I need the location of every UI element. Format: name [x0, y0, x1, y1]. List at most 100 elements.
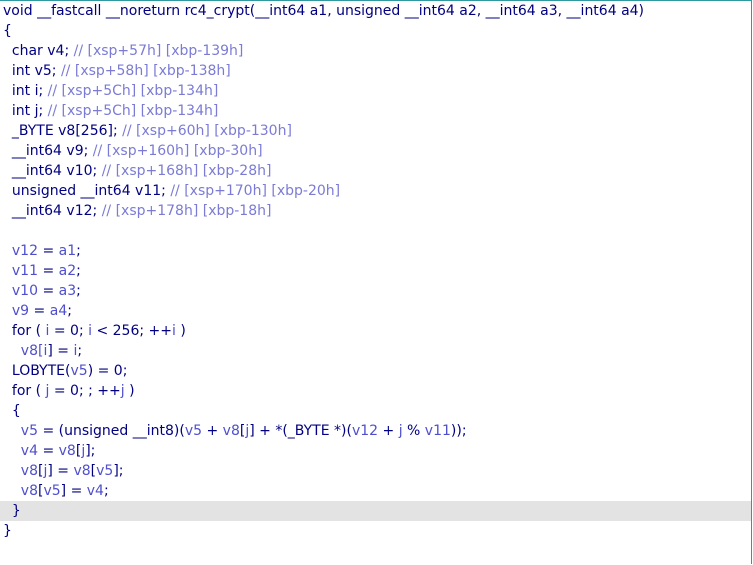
code-token: ; — [76, 283, 81, 299]
code-token: + — [202, 423, 223, 439]
code-line[interactable]: __int64 v9; // [xsp+160h] [xbp-30h] — [0, 141, 751, 161]
code-line[interactable]: void __fastcall __noreturn rc4_crypt(__i… — [0, 1, 751, 21]
code-line[interactable]: unsigned __int64 v11; // [xsp+170h] [xbp… — [0, 181, 751, 201]
code-token: ) — [175, 323, 186, 339]
code-identifier[interactable]: v8 — [3, 463, 38, 479]
code-identifier[interactable]: v8 — [59, 443, 76, 459]
code-token: ] + *(_BYTE *)( — [249, 423, 352, 439]
code-identifier[interactable]: a1 — [59, 243, 77, 259]
code-token: = — [38, 263, 59, 279]
code-token: } — [3, 503, 21, 519]
code-token: = — [38, 283, 59, 299]
code-identifier[interactable]: v11 — [3, 263, 38, 279]
code-line[interactable]: { — [0, 401, 751, 421]
code-token: ) = 0; — [87, 363, 128, 379]
code-identifier[interactable]: v9 — [3, 303, 29, 319]
code-line[interactable]: _BYTE v8[256]; // [xsp+60h] [xbp-130h] — [0, 121, 751, 141]
code-identifier[interactable]: v5 — [70, 363, 87, 379]
code-identifier[interactable]: v4 — [3, 443, 38, 459]
code-line[interactable]: for ( j = 0; ; ++j ) — [0, 381, 751, 401]
code-comment: // [xsp+170h] [xbp-20h] — [170, 183, 341, 199]
code-token: __int64 v12; — [3, 203, 102, 219]
code-line[interactable]: v12 = a1; — [0, 241, 751, 261]
code-token: { — [3, 23, 12, 39]
code-identifier[interactable]: a4 — [50, 303, 68, 319]
code-token: ] = — [47, 343, 74, 359]
code-identifier[interactable]: v12 — [352, 423, 378, 439]
code-token: ; — [67, 303, 72, 319]
code-identifier[interactable]: v5 — [185, 423, 202, 439]
code-token: int j; — [3, 103, 48, 119]
code-line[interactable]: v8[v5] = v4; — [0, 481, 751, 501]
code-line[interactable]: } — [0, 521, 751, 541]
code-token: ; — [76, 243, 81, 259]
code-token: _BYTE v8[256]; — [3, 123, 123, 139]
code-line[interactable]: char v4; // [xsp+57h] [xbp-139h] — [0, 41, 751, 61]
code-line[interactable]: v8[i] = i; — [0, 341, 751, 361]
code-line[interactable]: v5 = (unsigned __int8)(v5 + v8[j] + *(_B… — [0, 421, 751, 441]
code-token: char v4; — [3, 43, 74, 59]
code-token: __int64 v10; — [3, 163, 102, 179]
code-identifier[interactable]: v12 — [3, 243, 38, 259]
code-identifier[interactable]: a2 — [59, 263, 77, 279]
code-identifier[interactable]: v8 — [223, 423, 240, 439]
code-line[interactable] — [0, 221, 751, 241]
code-token: = (unsigned __int8)( — [38, 423, 185, 439]
code-identifier[interactable]: v5 — [3, 423, 38, 439]
code-token: int i; — [3, 83, 48, 99]
code-comment: // [xsp+58h] [xbp-138h] — [60, 63, 231, 79]
code-identifier[interactable]: v8 — [3, 483, 38, 499]
code-line[interactable]: v11 = a2; — [0, 261, 751, 281]
code-comment: // [xsp+178h] [xbp-18h] — [101, 203, 272, 219]
code-line[interactable]: } — [0, 501, 751, 521]
code-identifier[interactable]: v8 — [73, 463, 90, 479]
code-token: ; — [77, 343, 83, 359]
code-token: < 256; ++ — [92, 323, 172, 339]
code-identifier[interactable]: v5 — [96, 463, 113, 479]
code-line[interactable]: LOBYTE(v5) = 0; — [0, 361, 751, 381]
code-token: = 0; ; ++ — [49, 383, 121, 399]
code-line[interactable]: v10 = a3; — [0, 281, 751, 301]
code-identifier[interactable]: v10 — [3, 283, 38, 299]
code-token: ]; — [113, 463, 124, 479]
code-token: = 0; — [49, 323, 89, 339]
code-line[interactable]: int i; // [xsp+5Ch] [xbp-134h] — [0, 81, 751, 101]
code-line[interactable]: { — [0, 21, 751, 41]
code-identifier[interactable]: v5 — [43, 483, 60, 499]
code-comment: // [xsp+5Ch] [xbp-134h] — [47, 83, 219, 99]
code-token: unsigned __int64 v11; — [3, 183, 171, 199]
code-line[interactable]: __int64 v10; // [xsp+168h] [xbp-28h] — [0, 161, 751, 181]
code-token: ]; — [85, 443, 96, 459]
code-token: { — [3, 403, 21, 419]
code-line[interactable]: int v5; // [xsp+58h] [xbp-138h] — [0, 61, 751, 81]
code-token: = — [38, 243, 59, 259]
code-identifier[interactable]: v8[ — [3, 343, 44, 359]
code-line[interactable]: v4 = v8[j]; — [0, 441, 751, 461]
code-token: + — [378, 423, 399, 439]
code-comment: // [xsp+57h] [xbp-139h] — [73, 43, 244, 59]
code-token: LOBYTE( — [3, 363, 71, 379]
code-token: for ( — [3, 323, 46, 339]
code-token: int v5; — [3, 63, 61, 79]
pseudocode-view[interactable]: void __fastcall __noreturn rc4_crypt(__i… — [0, 0, 752, 564]
code-comment: // [xsp+168h] [xbp-28h] — [101, 163, 272, 179]
code-identifier[interactable]: v4 — [87, 483, 104, 499]
code-token: ; — [103, 483, 109, 499]
code-line[interactable]: __int64 v12; // [xsp+178h] [xbp-18h] — [0, 201, 751, 221]
code-token: void __fastcall __noreturn rc4_crypt(__i… — [3, 3, 645, 19]
code-token: } — [3, 523, 12, 539]
code-token: ) — [124, 383, 135, 399]
code-line[interactable]: v9 = a4; — [0, 301, 751, 321]
code-identifier[interactable]: v11 — [425, 423, 451, 439]
code-comment: // [xsp+60h] [xbp-130h] — [122, 123, 292, 139]
code-token: ] = — [47, 463, 74, 479]
code-identifier[interactable]: a3 — [59, 283, 77, 299]
code-comment: // [xsp+5Ch] [xbp-134h] — [47, 103, 219, 119]
code-line[interactable]: for ( i = 0; i < 256; ++i ) — [0, 321, 751, 341]
code-token: = — [38, 443, 59, 459]
code-line[interactable]: int j; // [xsp+5Ch] [xbp-134h] — [0, 101, 751, 121]
code-token: = — [29, 303, 50, 319]
code-line[interactable]: v8[j] = v8[v5]; — [0, 461, 751, 481]
code-token: ; — [76, 263, 81, 279]
code-token: for ( — [3, 383, 46, 399]
